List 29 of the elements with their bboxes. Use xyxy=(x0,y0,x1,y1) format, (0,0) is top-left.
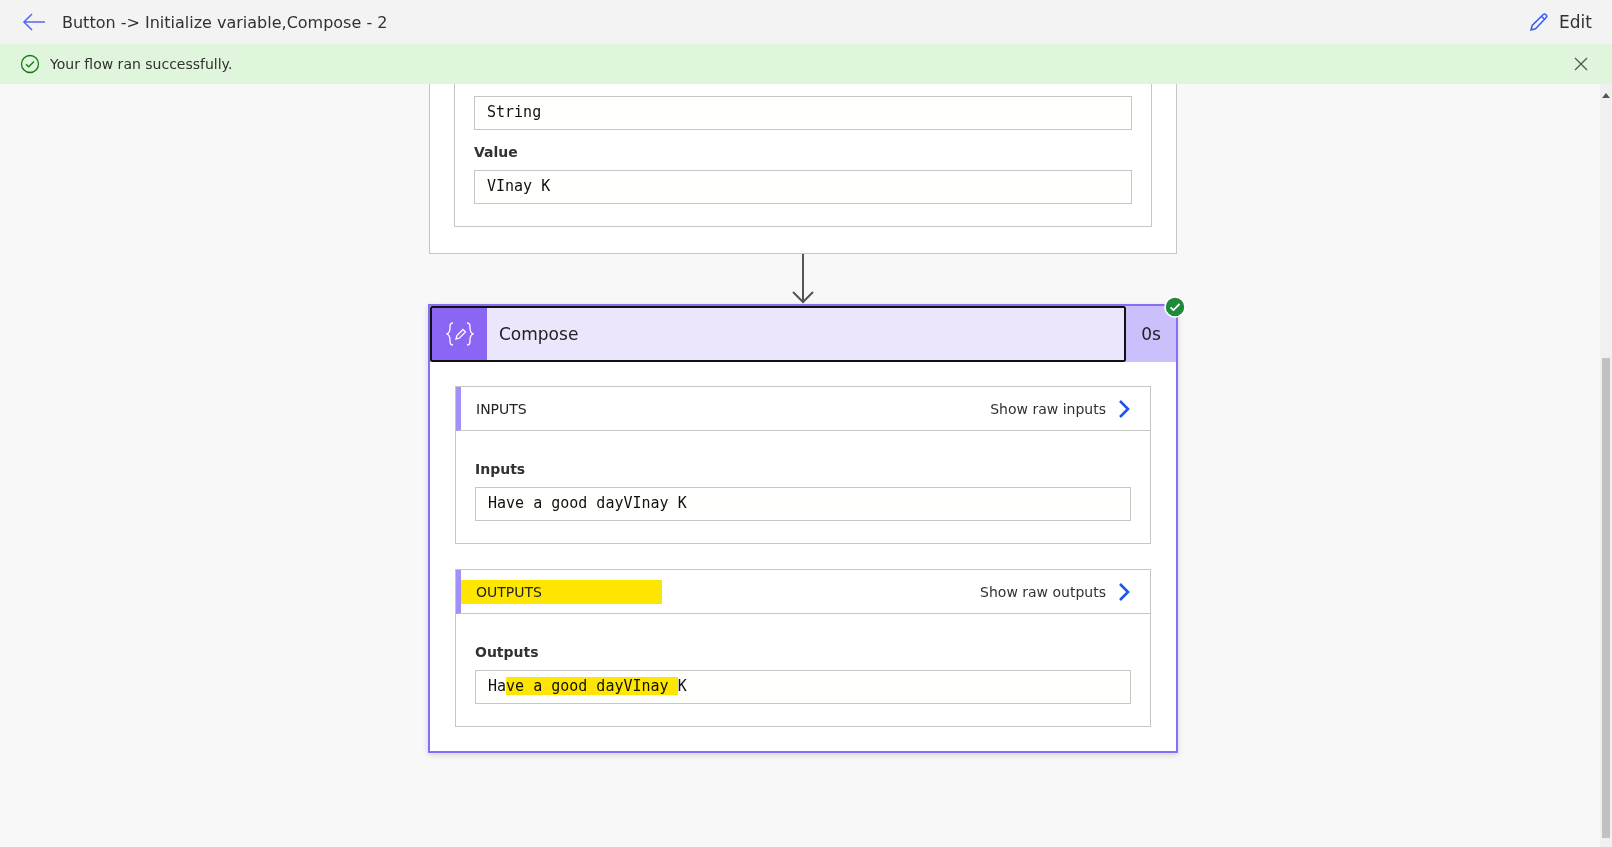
field-label: Inputs xyxy=(475,461,527,477)
compose-header[interactable]: Compose xyxy=(430,306,1126,362)
value-field: VInay K xyxy=(474,170,1132,204)
success-message: Your flow ran successfully. xyxy=(50,56,234,72)
chevron-right-icon xyxy=(1118,398,1130,419)
field-label: Value xyxy=(474,144,519,160)
flow-run-title: Button -> Initialize variable,Compose - 2 xyxy=(62,12,389,32)
compose-title: Compose xyxy=(499,324,579,344)
scroll-up-icon[interactable] xyxy=(1602,92,1610,98)
pencil-icon xyxy=(1529,12,1550,32)
success-check-icon xyxy=(20,54,40,74)
close-button[interactable] xyxy=(1574,57,1588,71)
close-icon xyxy=(1574,57,1588,71)
connector-arrow xyxy=(791,254,815,304)
duration-label: 0s xyxy=(1126,306,1176,362)
chevron-right-icon xyxy=(1118,581,1130,602)
value-field: Have a good dayVInay K xyxy=(475,487,1131,521)
value-field: Have a good dayVInay K xyxy=(475,670,1131,704)
back-arrow-icon xyxy=(22,13,46,31)
section-heading: OUTPUTS xyxy=(461,579,662,604)
section-heading: INPUTS xyxy=(475,399,528,419)
show-raw-link[interactable]: Show raw inputs xyxy=(990,398,1130,419)
show-raw-link[interactable]: Show raw outputs xyxy=(980,581,1130,602)
compose-icon xyxy=(432,308,487,360)
value-field: String xyxy=(474,96,1132,130)
edit-button[interactable]: Edit xyxy=(1529,12,1592,32)
scrollbar-thumb[interactable] xyxy=(1602,358,1610,838)
field-label: Outputs xyxy=(475,644,540,660)
back-button[interactable] xyxy=(22,13,46,31)
